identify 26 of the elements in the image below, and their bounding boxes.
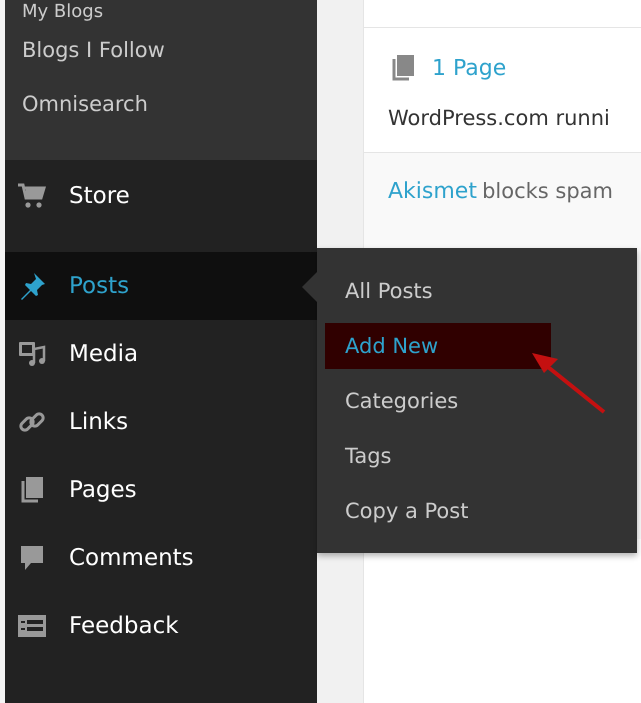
menu-item[interactable]: Media bbox=[5, 320, 317, 388]
menu-item[interactable]: Comments bbox=[5, 524, 317, 592]
flyout-menu-item[interactable]: Categories bbox=[325, 378, 551, 424]
menu-item-label: Store bbox=[69, 183, 130, 209]
description-text: WordPress.com runni bbox=[388, 106, 611, 130]
menu-item[interactable]: Store bbox=[5, 162, 317, 230]
submenu-item[interactable]: My Blogs bbox=[22, 1, 317, 23]
media-icon bbox=[17, 339, 47, 369]
menu-item-label: Pages bbox=[69, 477, 137, 503]
flyout-menu-item[interactable]: All Posts bbox=[325, 268, 551, 314]
menu-item-label: Links bbox=[69, 409, 128, 435]
menu-item-label: Feedback bbox=[69, 613, 179, 639]
menu-item-label: Media bbox=[69, 341, 138, 367]
menu-item-label: Posts bbox=[69, 273, 130, 299]
menu-item[interactable]: Pages bbox=[5, 456, 317, 524]
flyout-menu-item[interactable]: Add New bbox=[325, 323, 551, 369]
submenu-item[interactable]: Omnisearch bbox=[22, 77, 317, 131]
flyout-menu-item[interactable]: Tags bbox=[325, 433, 551, 479]
notice-text: blocks spam bbox=[482, 179, 613, 203]
pages-icon bbox=[390, 54, 416, 82]
menu-item[interactable]: Feedback bbox=[5, 592, 317, 660]
flyout-menu-item[interactable]: Copy a Post bbox=[325, 488, 551, 534]
menu-item-label: Comments bbox=[69, 545, 194, 571]
menu-item[interactable]: Posts bbox=[5, 252, 317, 320]
submenu-item[interactable]: Blogs I Follow bbox=[22, 23, 317, 77]
menu-item[interactable]: Links bbox=[5, 388, 317, 456]
